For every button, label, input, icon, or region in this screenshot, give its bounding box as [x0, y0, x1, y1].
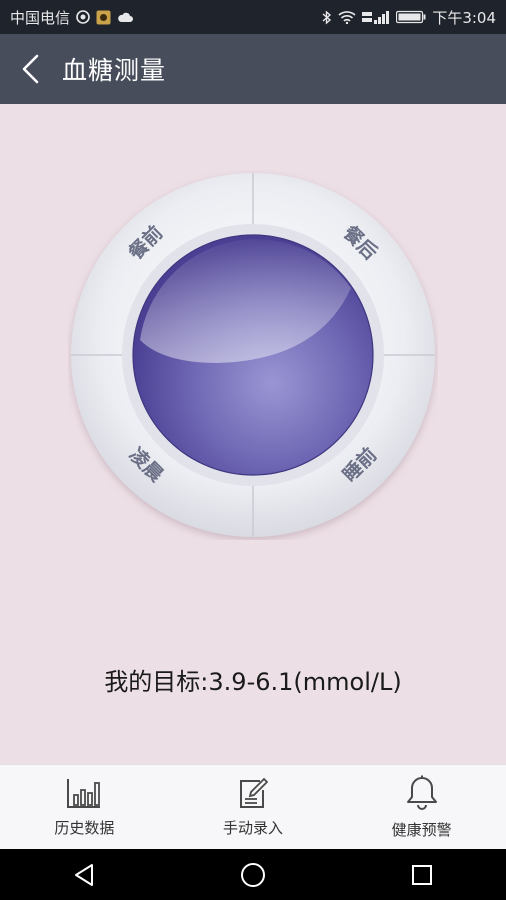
bell-icon [406, 775, 437, 810]
notification-icon [76, 10, 90, 24]
tab-manual-entry[interactable]: 手动录入 [169, 765, 338, 849]
battery-icon [396, 10, 426, 24]
app-icon [96, 10, 111, 25]
recents-square-icon [411, 864, 432, 885]
cloud-icon [117, 11, 134, 23]
back-button[interactable] [0, 34, 62, 104]
measure-dial: 餐前 餐后 凌晨 睡前 [68, 170, 438, 540]
status-time: 下午3:04 [432, 8, 496, 27]
app-bar: 血糖测量 [0, 34, 506, 104]
edit-icon [240, 777, 268, 808]
wifi-icon [338, 10, 356, 24]
signal-icon [362, 10, 390, 24]
bar-chart-icon [67, 778, 101, 808]
dial-graphic [71, 173, 435, 537]
tab-history-data[interactable]: 历史数据 [0, 765, 169, 849]
back-triangle-icon [75, 863, 94, 886]
page-title: 血糖测量 [62, 56, 167, 85]
nav-back-button[interactable] [54, 849, 114, 900]
tab-label-manual: 手动录入 [223, 818, 284, 837]
home-circle-icon [240, 862, 265, 887]
tab-health-alert[interactable]: 健康预警 [337, 765, 506, 849]
nav-recents-button[interactable] [392, 849, 452, 900]
chevron-left-icon [22, 54, 39, 84]
bottom-tab-bar: 历史数据 手动录入 健康预警 [0, 764, 506, 849]
target-range-text: 我的目标:3.9-6.1(mmol/L) [104, 668, 402, 696]
status-bar: 中国电信 下午3:04 [0, 0, 506, 34]
nav-home-button[interactable] [223, 849, 283, 900]
tab-label-alert: 健康预警 [391, 820, 452, 839]
bluetooth-icon [322, 9, 332, 25]
main-content: 餐前 餐后 凌晨 睡前 我的目标:3.9-6.1(mmol/L) [0, 104, 506, 764]
tab-label-history: 历史数据 [54, 818, 115, 837]
carrier-label: 中国电信 [10, 8, 71, 27]
system-nav-bar [0, 849, 506, 900]
